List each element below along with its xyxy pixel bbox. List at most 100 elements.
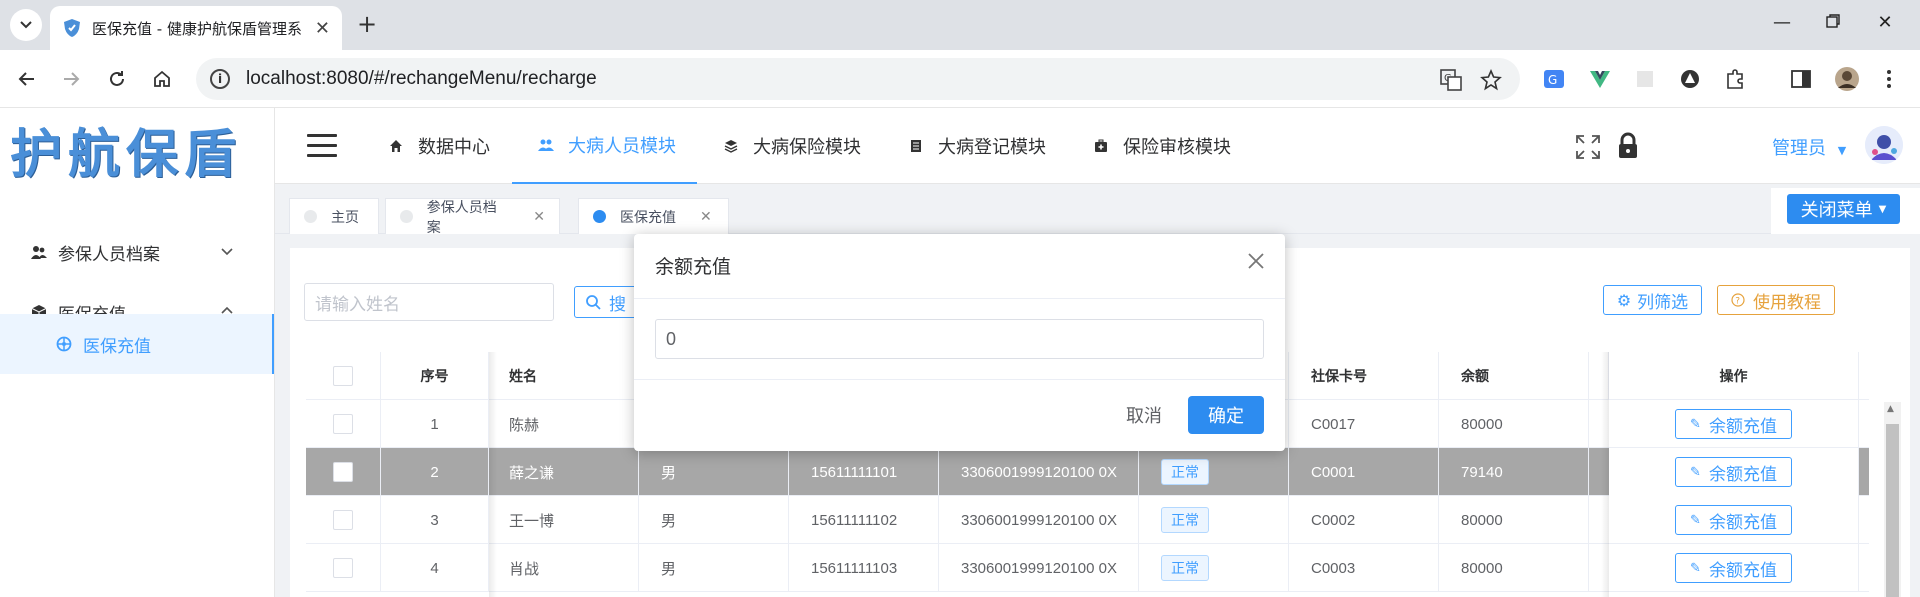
svg-text:G: G [1548, 73, 1557, 87]
url-bar[interactable]: i localhost:8080/#/rechangeMenu/recharge… [196, 58, 1520, 100]
cell-phone: 15611111102 [789, 496, 939, 544]
browser-menu-icon[interactable] [1876, 66, 1902, 92]
close-menu-label: 关闭菜单 [1800, 200, 1873, 221]
user-name: 管理员 [1772, 138, 1826, 159]
caret-down-icon: ▼ [1878, 203, 1887, 215]
table-row[interactable]: 4 肖战 男 15611111103 3306001999120100 0X 正… [306, 544, 1869, 592]
search-label: 搜 [609, 294, 626, 315]
edit-icon: ✎ [1690, 464, 1701, 480]
bookmark-star-icon[interactable] [1479, 68, 1503, 92]
extension-icon[interactable] [1632, 66, 1658, 92]
sidebar-item-insured-archive[interactable]: 参保人员档案 [0, 222, 274, 282]
dialog-divider [634, 298, 1285, 299]
back-button[interactable] [12, 64, 42, 94]
search-icon [586, 295, 601, 310]
fullscreen-icon[interactable] [1575, 134, 1601, 160]
tab-data-center[interactable]: 数据中心 [388, 108, 490, 184]
tutorial-button[interactable]: ? 使用教程 [1717, 285, 1835, 315]
tab-major-illness-insurance[interactable]: 大病保险模块 [723, 108, 861, 184]
close-icon[interactable]: ✕ [533, 209, 545, 225]
search-name-input[interactable]: 请输入姓名 [304, 283, 554, 321]
tab-major-illness-personnel[interactable]: 大病人员模块 [512, 108, 697, 184]
puzzle-icon[interactable] [1722, 66, 1748, 92]
translate-icon[interactable]: G [1439, 68, 1463, 92]
reload-button[interactable] [102, 64, 132, 94]
close-icon[interactable]: ✕ [315, 18, 330, 39]
cell-balance: 79140 [1439, 448, 1589, 496]
select-all-checkbox[interactable] [333, 366, 353, 386]
table-row[interactable]: 3 王一博 男 15611111102 3306001999120100 0X … [306, 496, 1869, 544]
user-dropdown[interactable]: 管理员 ▼ [1772, 134, 1846, 160]
cell-phone: 15611111103 [789, 544, 939, 592]
table-row[interactable]: 2 薛之谦 男 15611111101 3306001999120100 0X … [306, 448, 1869, 496]
close-menu-button[interactable]: 关闭菜单 ▼ [1787, 194, 1900, 224]
tab-search-button[interactable] [10, 9, 42, 41]
chevron-down-icon [20, 21, 32, 29]
header-name: 姓名 [489, 352, 639, 400]
recharge-label: 余额充值 [1708, 464, 1777, 485]
recharge-button[interactable]: ✎ 余额充值 [1675, 553, 1792, 583]
tag-label: 医保充值 [620, 209, 676, 226]
hamburger-menu-icon[interactable] [307, 134, 337, 158]
tab-label: 数据中心 [418, 137, 490, 158]
row-checkbox[interactable] [333, 462, 353, 482]
home-icon [388, 138, 404, 154]
vue-devtools-icon[interactable] [1587, 66, 1613, 92]
extension-triangle-icon[interactable] [1677, 66, 1703, 92]
chevron-down-icon [221, 248, 233, 256]
avatar[interactable] [1865, 126, 1903, 164]
close-icon[interactable] [1247, 252, 1265, 270]
site-info-icon[interactable]: i [210, 69, 230, 89]
minimize-button[interactable]: — [1767, 12, 1797, 33]
sidebar-item-recharge[interactable]: 医保充值 [0, 314, 274, 374]
profile-avatar[interactable] [1834, 66, 1860, 92]
forward-button[interactable] [56, 64, 86, 94]
svg-text:?: ? [1735, 296, 1740, 306]
row-checkbox[interactable] [333, 558, 353, 578]
sidebar: 护航保盾 参保人员档案 医保充值 医保充值 [0, 108, 275, 597]
cell-name: 薛之谦 [489, 448, 639, 496]
maximize-button[interactable] [1818, 12, 1848, 33]
cell-card: C0017 [1289, 400, 1439, 448]
tab-major-illness-registration[interactable]: 大病登记模块 [908, 108, 1046, 184]
browser-tab[interactable]: 医保充值 - 健康护航保盾管理系 ✕ [50, 6, 342, 50]
confirm-button[interactable]: 确定 [1188, 396, 1264, 434]
status-badge: 正常 [1161, 555, 1209, 581]
people-icon [538, 137, 554, 153]
column-filter-label: 列筛选 [1637, 292, 1689, 313]
notebook-icon [908, 138, 924, 154]
tab-label: 保险审核模块 [1123, 137, 1231, 158]
tab-insurance-audit[interactable]: 保险审核模块 [1093, 108, 1231, 184]
row-checkbox[interactable] [333, 414, 353, 434]
lock-icon[interactable] [1617, 132, 1639, 160]
tag-recharge[interactable]: 医保充值 ✕ [578, 198, 729, 234]
row-checkbox[interactable] [333, 510, 353, 530]
recharge-button[interactable]: ✎ 余额充值 [1675, 457, 1792, 487]
scrollbar-thumb[interactable] [1886, 424, 1899, 597]
window-close-button[interactable]: ✕ [1870, 12, 1900, 33]
recharge-button[interactable]: ✎ 余额充值 [1675, 505, 1792, 535]
tag-label: 参保人员档案 [426, 199, 497, 236]
recharge-amount-input[interactable]: 0 [655, 319, 1264, 359]
tutorial-label: 使用教程 [1753, 292, 1821, 313]
close-menu-wrapper: 关闭菜单 ▼ [1771, 188, 1920, 234]
home-button[interactable] [147, 64, 177, 94]
recharge-button[interactable]: ✎ 余额充值 [1675, 409, 1792, 439]
table-vertical-scrollbar[interactable]: ▲ [1884, 402, 1901, 597]
new-tab-button[interactable]: + [352, 10, 382, 38]
close-icon[interactable]: ✕ [700, 209, 712, 225]
tag-insured-archive[interactable]: 参保人员档案 ✕ [385, 198, 560, 236]
cancel-button[interactable]: 取消 [1104, 396, 1184, 434]
translate-extension-icon[interactable]: G [1541, 66, 1567, 92]
side-panel-icon[interactable] [1788, 66, 1814, 92]
column-filter-button[interactable]: ⚙ 列筛选 [1603, 285, 1702, 315]
cell-no: 4 [381, 544, 489, 592]
caret-down-icon: ▼ [1837, 144, 1847, 157]
cell-idcard: 3306001999120100 0X [939, 544, 1139, 592]
recharge-label: 余额充值 [1708, 416, 1777, 437]
tags-view-bar: 主页 参保人员档案 ✕ 医保充值 ✕ 关闭菜单 ▼ [275, 184, 1920, 236]
edit-icon: ✎ [1690, 560, 1701, 576]
scroll-up-icon[interactable]: ▲ [1887, 404, 1894, 414]
app-logo: 护航保盾 [10, 124, 243, 185]
tag-home[interactable]: 主页 [289, 198, 379, 234]
